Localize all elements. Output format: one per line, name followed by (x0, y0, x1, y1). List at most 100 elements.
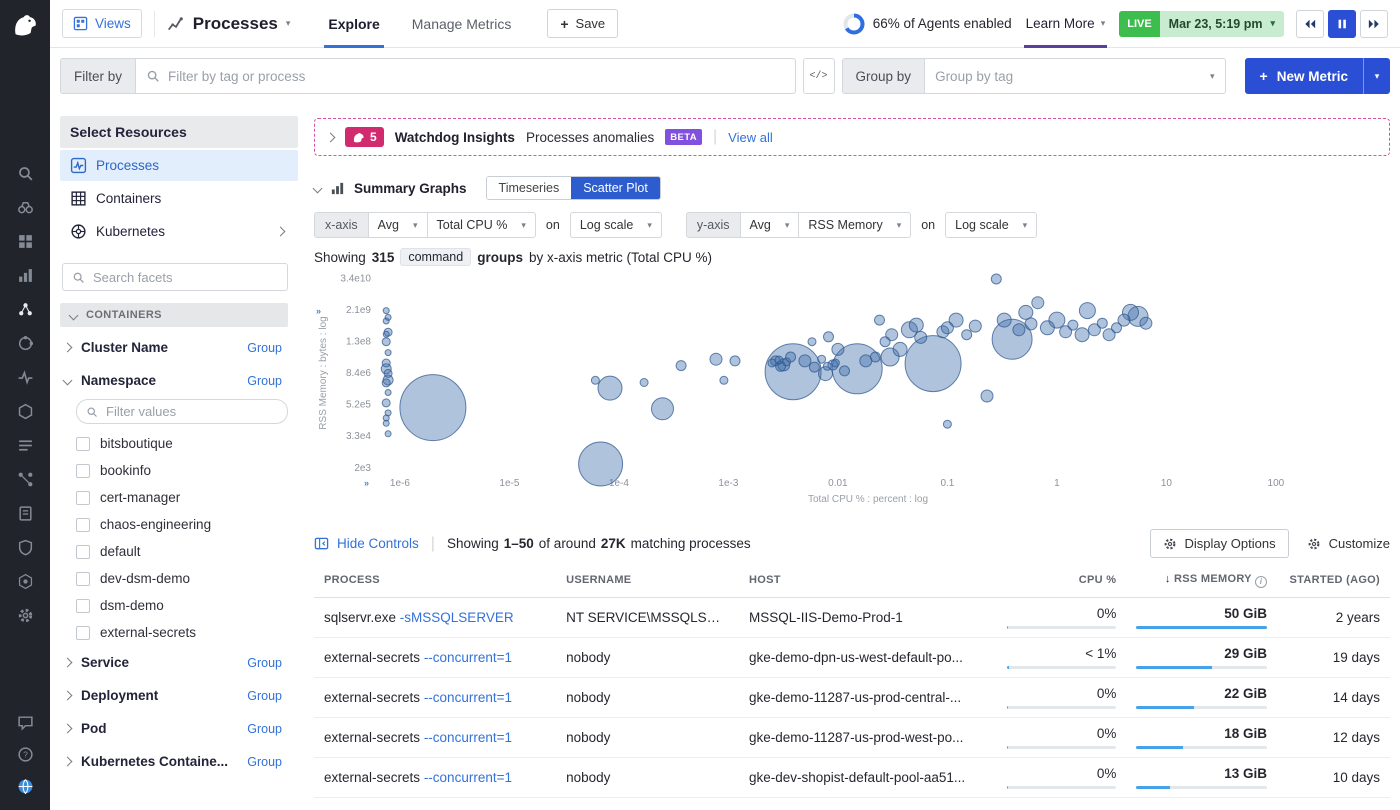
resource-item-containers[interactable]: Containers (60, 183, 298, 214)
containers-section-header[interactable]: CONTAINERS (60, 303, 288, 327)
column-header-username[interactable]: USERNAME (556, 564, 739, 597)
toggle-scatter-plot[interactable]: Scatter Plot (571, 177, 660, 199)
namespace-option-external-secrets[interactable]: external-secrets (60, 619, 298, 646)
resource-item-processes[interactable]: Processes (60, 150, 298, 181)
customize-button[interactable]: Customize (1307, 536, 1390, 551)
facet-cluster-name[interactable]: Cluster Name Group (60, 331, 298, 364)
checkbox[interactable] (76, 599, 90, 613)
process-args-link[interactable]: --concurrent=1 (424, 690, 512, 705)
checkbox[interactable] (76, 437, 90, 451)
search-icon[interactable] (0, 156, 50, 190)
watchdog-insights-banner[interactable]: 5 Watchdog Insights Processes anomalies … (314, 118, 1390, 156)
namespace-option-default[interactable]: default (60, 538, 298, 565)
security-icon[interactable] (0, 530, 50, 564)
group-link[interactable]: Group (247, 722, 282, 736)
infrastructure-icon[interactable] (0, 394, 50, 428)
info-icon[interactable]: i (1255, 576, 1267, 588)
learn-more-dropdown[interactable]: Learn More▾ (1024, 0, 1108, 48)
scatter-plot[interactable]: 3.4e102.1e91.3e88.4e65.2e53.3e42e31e-61e… (314, 268, 1370, 514)
column-header-cpu-[interactable]: CPU % (997, 564, 1126, 597)
group-link[interactable]: Group (247, 689, 282, 703)
group-link[interactable]: Group (247, 374, 282, 388)
process-args-link[interactable]: --concurrent=1 (424, 650, 512, 665)
tab-explore[interactable]: Explore (328, 0, 379, 48)
forward-button[interactable] (1360, 10, 1388, 38)
checkbox[interactable] (76, 545, 90, 559)
resource-item-kubernetes[interactable]: Kubernetes (60, 216, 298, 247)
chevron-down-icon[interactable]: ▾ (286, 19, 291, 28)
group-link[interactable]: Group (247, 755, 282, 769)
processes-icon[interactable] (0, 428, 50, 462)
namespace-option-dsm-demo[interactable]: dsm-demo (60, 592, 298, 619)
service-map-icon[interactable] (0, 326, 50, 360)
facet-kubernetes-containe-[interactable]: Kubernetes Containe...Group (60, 745, 298, 778)
axis-pan-handle[interactable]: » (364, 478, 369, 488)
code-view-button[interactable]: </> (803, 58, 835, 94)
column-header-rss-memory[interactable]: ↓ RSS MEMORY i (1126, 564, 1277, 597)
table-row[interactable]: external-secrets --concurrent=1nobodygke… (314, 757, 1390, 797)
watchdog-icon[interactable] (0, 190, 50, 224)
group-link[interactable]: Group (247, 656, 282, 670)
namespace-option-chaos-engineering[interactable]: chaos-engineering (60, 511, 298, 538)
namespace-option-cert-manager[interactable]: cert-manager (60, 484, 298, 511)
facet-pod[interactable]: PodGroup (60, 712, 298, 745)
facet-service[interactable]: ServiceGroup (60, 646, 298, 679)
chevron-down-icon[interactable] (313, 183, 323, 193)
network-icon[interactable] (0, 462, 50, 496)
pause-button[interactable] (1328, 10, 1356, 38)
column-header-host[interactable]: HOST (739, 564, 997, 597)
save-button[interactable]: +Save (547, 9, 618, 38)
datadog-logo[interactable] (8, 8, 42, 42)
x-scale-select[interactable]: Log scale▾ (570, 212, 662, 238)
namespace-option-dev-dsm-demo[interactable]: dev-dsm-demo (60, 565, 298, 592)
hide-controls-link[interactable]: Hide Controls (314, 536, 419, 551)
display-options-button[interactable]: Display Options (1150, 529, 1289, 558)
dashboards-icon[interactable] (0, 224, 50, 258)
settings-icon[interactable] (0, 598, 50, 632)
new-metric-dropdown-button[interactable]: ▾ (1363, 58, 1390, 94)
column-header-started-ago-[interactable]: STARTED (AGO) (1277, 564, 1390, 597)
process-args-link[interactable]: -sMSSQLSERVER (400, 610, 514, 625)
group-by-select[interactable]: Group by tag ▾ (924, 58, 1225, 94)
filter-input[interactable] (168, 69, 785, 84)
view-all-link[interactable]: View all (728, 130, 773, 145)
x-metric-select[interactable]: Total CPU %▾ (428, 212, 536, 238)
checkbox[interactable] (76, 572, 90, 586)
checkbox[interactable] (76, 491, 90, 505)
chevron-right-icon[interactable] (326, 132, 336, 142)
chat-icon[interactable] (0, 706, 50, 738)
toggle-timeseries[interactable]: Timeseries (487, 177, 572, 199)
namespace-option-bitsboutique[interactable]: bitsboutique (60, 430, 298, 457)
help-icon[interactable]: ? (0, 738, 50, 770)
group-link[interactable]: Group (247, 341, 282, 355)
apm-icon[interactable] (0, 292, 50, 326)
account-icon[interactable] (0, 770, 50, 802)
table-row[interactable]: external-secrets --concurrent=1nobodygke… (314, 637, 1390, 677)
software-catalog-icon[interactable] (0, 564, 50, 598)
facet-namespace[interactable]: Namespace Group (60, 364, 298, 397)
metrics-icon[interactable] (0, 258, 50, 292)
filter-values-input[interactable] (106, 404, 278, 419)
facet-deployment[interactable]: DeploymentGroup (60, 679, 298, 712)
facet-search-input[interactable] (93, 270, 278, 285)
axis-pan-handle[interactable]: » (316, 306, 321, 316)
new-metric-button[interactable]: +New Metric (1245, 58, 1363, 94)
tab-manage-metrics[interactable]: Manage Metrics (412, 0, 512, 48)
checkbox[interactable] (76, 464, 90, 478)
synthetics-icon[interactable] (0, 360, 50, 394)
checkbox[interactable] (76, 518, 90, 532)
y-aggregation-select[interactable]: Avg▾ (741, 212, 800, 238)
time-range-picker[interactable]: LIVE Mar 23, 5:19 pm▾ (1119, 11, 1284, 37)
column-header-process[interactable]: PROCESS (314, 564, 556, 597)
process-args-link[interactable]: --concurrent=1 (424, 770, 512, 785)
namespace-option-bookinfo[interactable]: bookinfo (60, 457, 298, 484)
y-scale-select[interactable]: Log scale▾ (945, 212, 1037, 238)
checkbox[interactable] (76, 626, 90, 640)
process-args-link[interactable]: --concurrent=1 (424, 730, 512, 745)
logs-icon[interactable] (0, 496, 50, 530)
group-tag-chip[interactable]: command (400, 248, 471, 266)
table-row[interactable]: external-secrets --concurrent=1nobodygke… (314, 677, 1390, 717)
table-row[interactable]: sqlservr.exe -sMSSQLSERVERNT SERVICE\MSS… (314, 597, 1390, 637)
time-range-label[interactable]: Mar 23, 5:19 pm▾ (1160, 11, 1284, 37)
x-aggregation-select[interactable]: Avg▾ (369, 212, 428, 238)
